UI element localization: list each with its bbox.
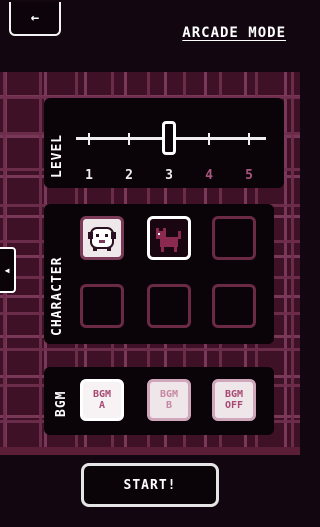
character-label: CHARACTER xyxy=(50,256,65,336)
page-title: ARCADE MODE xyxy=(182,25,286,41)
character-slot-empty[interactable] xyxy=(212,216,256,260)
bgm-b-line1: BGM xyxy=(159,389,179,400)
level-label: LEVEL xyxy=(50,133,65,178)
bgm-off-button[interactable]: BGM OFF xyxy=(212,379,256,421)
left-arrow-icon: ◀ xyxy=(4,265,10,275)
level-tick-5 xyxy=(248,133,250,145)
level-option-5[interactable]: 5 xyxy=(239,168,259,183)
character-slot-empty[interactable] xyxy=(212,284,256,328)
level-option-3[interactable]: 3 xyxy=(159,168,179,183)
level-option-4[interactable]: 4 xyxy=(199,168,219,183)
bgm-b-line2: B xyxy=(165,400,173,411)
bgm-a-line1: BGM xyxy=(92,389,112,400)
header-bar: ← ARCADE MODE xyxy=(0,0,300,72)
ghost-dog-icon xyxy=(88,227,116,251)
back-arrow-icon: ← xyxy=(30,10,40,26)
character-slot-empty[interactable] xyxy=(80,284,124,328)
bgm-panel: BGM BGM A BGM B BGM OFF xyxy=(44,367,274,435)
level-panel: LEVEL 1 2 3 4 5 xyxy=(44,98,284,188)
bgm-a-line2: A xyxy=(98,400,106,411)
start-button[interactable]: START! xyxy=(81,463,219,507)
level-tick-4 xyxy=(208,133,210,145)
back-button[interactable]: ← xyxy=(9,2,61,36)
character-panel: CHARACTER xyxy=(44,204,274,344)
level-option-1[interactable]: 1 xyxy=(79,168,99,183)
bgm-off-line2: OFF xyxy=(224,400,244,411)
level-option-2[interactable]: 2 xyxy=(119,168,139,183)
character-slot-cat[interactable] xyxy=(147,216,191,260)
level-tick-2 xyxy=(128,133,130,145)
side-collapse-tab[interactable]: ◀ xyxy=(0,247,16,293)
bgm-a-button[interactable]: BGM A xyxy=(80,379,124,421)
bottom-stripe xyxy=(0,447,300,455)
bgm-off-line1: BGM xyxy=(224,389,244,400)
level-slider-knob[interactable] xyxy=(162,121,176,155)
bgm-label: BGM xyxy=(54,390,69,417)
bgm-b-button[interactable]: BGM B xyxy=(147,379,191,421)
cat-icon xyxy=(156,228,181,252)
character-slot-empty[interactable] xyxy=(147,284,191,328)
character-slot-ghost-dog[interactable] xyxy=(80,216,124,260)
level-tick-1 xyxy=(88,133,90,145)
